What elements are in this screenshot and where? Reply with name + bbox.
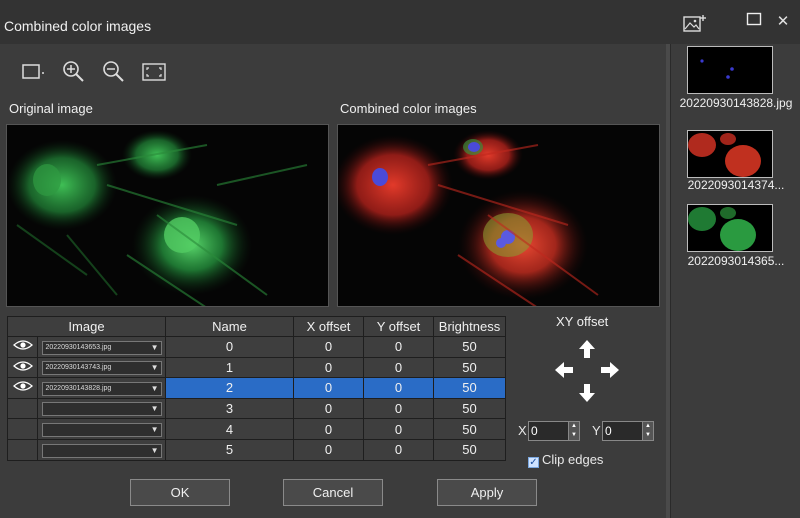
column-header-y-offset: Y offset <box>363 316 434 337</box>
row-x-offset[interactable]: 0 <box>293 438 364 461</box>
selection-tool-icon[interactable] <box>20 58 48 86</box>
chevron-down-icon: ▼ <box>150 363 159 373</box>
column-header-brightness: Brightness <box>433 316 506 337</box>
zoom-in-icon[interactable] <box>60 58 88 86</box>
thumbnail-image[interactable] <box>687 204 773 252</box>
thumbnail-label: 2022093014374... <box>687 178 785 192</box>
y-label: Y <box>592 423 601 438</box>
column-header-x-offset: X offset <box>293 316 364 337</box>
row-name: 0 <box>165 336 294 358</box>
visibility-toggle[interactable] <box>7 356 38 379</box>
fit-screen-icon[interactable] <box>140 58 168 86</box>
visibility-toggle-empty[interactable] <box>7 397 38 420</box>
eye-icon[interactable] <box>12 380 33 395</box>
arrow-down-icon[interactable] <box>579 384 595 407</box>
table-row[interactable]: ▼ 5 0 0 50 <box>7 438 506 461</box>
row-brightness[interactable]: 50 <box>433 397 506 420</box>
row-y-offset[interactable]: 0 <box>363 377 434 399</box>
x-label: X <box>518 423 527 438</box>
row-name: 5 <box>165 438 294 461</box>
row-brightness[interactable]: 50 <box>433 336 506 358</box>
chevron-down-icon: ▼ <box>150 404 159 414</box>
row-y-offset[interactable]: 0 <box>363 336 434 358</box>
chevron-down-icon: ▼ <box>150 424 159 434</box>
window-title: Combined color images <box>4 18 152 34</box>
original-image-view[interactable] <box>6 124 329 307</box>
spinner-arrows-icon[interactable]: ▲ ▼ <box>568 422 579 440</box>
row-name: 3 <box>165 397 294 420</box>
image-file-dropdown[interactable]: ▼ <box>41 402 162 417</box>
thumbnail-panel: 20220930143828.jpg 2022093014374... 2022… <box>670 44 800 518</box>
row-brightness[interactable]: 50 <box>433 377 506 399</box>
table-row[interactable]: ▼ 3 0 0 50 <box>7 397 506 420</box>
zoom-out-icon[interactable] <box>100 58 128 86</box>
table-row[interactable]: ▼ 4 0 0 50 <box>7 418 506 440</box>
arrow-right-icon[interactable] <box>601 362 619 383</box>
row-brightness[interactable]: 50 <box>433 356 506 379</box>
table-row[interactable]: 20220930143653.jpg ▼ 0 0 0 50 <box>7 336 506 358</box>
row-y-offset[interactable]: 0 <box>363 418 434 440</box>
apply-button[interactable]: Apply <box>437 479 537 506</box>
row-name: 4 <box>165 418 294 440</box>
thumbnail-image[interactable] <box>687 46 773 94</box>
spinner-arrows-icon[interactable]: ▲ ▼ <box>642 422 653 440</box>
row-brightness[interactable]: 50 <box>433 438 506 461</box>
checkbox-checked-icon[interactable]: ✓ <box>528 457 539 468</box>
add-image-icon[interactable] <box>682 14 708 34</box>
cancel-button[interactable]: Cancel <box>283 479 383 506</box>
table-row-selected[interactable]: 20220930143828.jpg ▼ 2 0 0 50 <box>7 377 506 399</box>
row-x-offset[interactable]: 0 <box>293 397 364 420</box>
y-offset-spinner[interactable]: 0 ▲ ▼ <box>602 421 654 441</box>
chevron-down-icon: ▼ <box>150 342 159 352</box>
row-x-offset[interactable]: 0 <box>293 336 364 358</box>
original-image-label: Original image <box>9 101 93 116</box>
visibility-toggle-empty[interactable] <box>7 418 38 440</box>
combined-image-view[interactable] <box>337 124 660 307</box>
maximize-button[interactable] <box>743 12 765 32</box>
eye-icon[interactable] <box>12 339 33 354</box>
image-file-dropdown[interactable]: 20220930143743.jpg ▼ <box>41 361 162 376</box>
combined-color-images-window: Combined color images ✕ Original image C… <box>0 0 800 518</box>
combined-image-label: Combined color images <box>340 101 477 116</box>
clip-edges-checkbox[interactable]: ✓ Clip edges <box>528 452 603 468</box>
row-name: 1 <box>165 356 294 379</box>
image-file-dropdown[interactable]: ▼ <box>41 422 162 437</box>
chevron-down-icon: ▼ <box>150 445 159 455</box>
image-layers-table: Image Name X offset Y offset Brightness … <box>7 316 506 461</box>
xy-offset-label: XY offset <box>556 314 609 329</box>
chevron-down-icon: ▼ <box>150 383 159 393</box>
row-x-offset[interactable]: 0 <box>293 418 364 440</box>
eye-icon[interactable] <box>12 360 33 375</box>
arrow-up-icon[interactable] <box>579 340 595 363</box>
column-header-name: Name <box>165 316 294 337</box>
image-file-dropdown[interactable]: 20220930143828.jpg ▼ <box>41 381 162 396</box>
ok-button[interactable]: OK <box>130 479 230 506</box>
thumbnail-label: 2022093014365... <box>687 254 785 268</box>
visibility-toggle[interactable] <box>7 336 38 358</box>
visibility-toggle[interactable] <box>7 377 38 399</box>
row-brightness[interactable]: 50 <box>433 418 506 440</box>
close-button[interactable]: ✕ <box>772 12 794 32</box>
direction-pad <box>553 340 621 402</box>
row-x-offset[interactable]: 0 <box>293 377 364 399</box>
title-bar: Combined color images ✕ <box>0 0 800 44</box>
image-file-dropdown[interactable]: ▼ <box>41 443 162 458</box>
row-x-offset[interactable]: 0 <box>293 356 364 379</box>
arrow-left-icon[interactable] <box>555 362 573 383</box>
row-y-offset[interactable]: 0 <box>363 397 434 420</box>
table-row[interactable]: 20220930143743.jpg ▼ 1 0 0 50 <box>7 356 506 379</box>
x-offset-spinner[interactable]: 0 ▲ ▼ <box>528 421 580 441</box>
visibility-toggle-empty[interactable] <box>7 438 38 461</box>
column-header-image: Image <box>7 316 166 337</box>
row-y-offset[interactable]: 0 <box>363 438 434 461</box>
thumbnail-label: 20220930143828.jpg <box>679 96 793 110</box>
thumbnail-image[interactable] <box>687 130 773 178</box>
row-y-offset[interactable]: 0 <box>363 356 434 379</box>
image-file-dropdown[interactable]: 20220930143653.jpg ▼ <box>41 340 162 355</box>
row-name: 2 <box>165 377 294 399</box>
